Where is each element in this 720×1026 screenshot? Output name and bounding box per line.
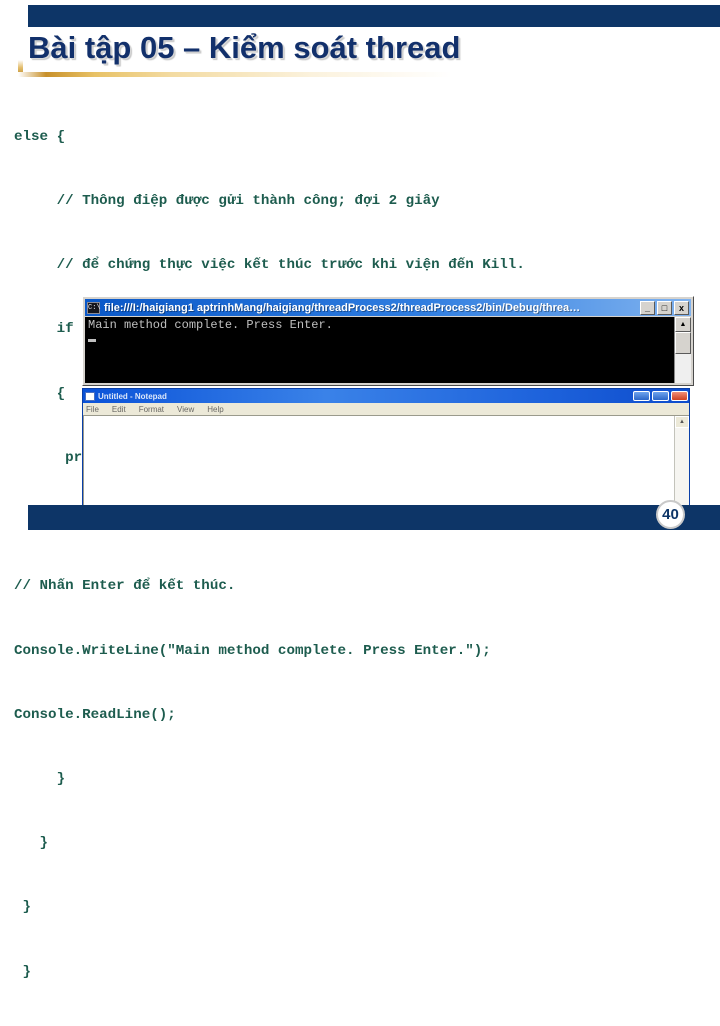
minimize-button[interactable] xyxy=(633,391,650,401)
console-output-line: Main method complete. Press Enter. xyxy=(88,318,333,332)
close-button[interactable] xyxy=(671,391,688,401)
console-caret xyxy=(88,339,96,342)
menu-item-file[interactable]: File xyxy=(86,405,99,414)
console-titlebar[interactable]: C:\ file:///I:/haigiang1 aptrinhMang/hai… xyxy=(85,299,691,316)
console-output-area: Main method complete. Press Enter. ▲ xyxy=(85,317,691,383)
code-line: } xyxy=(14,771,66,787)
code-line: // Nhấn Enter để kết thúc. xyxy=(14,578,236,595)
maximize-button[interactable]: □ xyxy=(657,300,672,315)
notepad-scrollbar[interactable]: ▲ xyxy=(674,416,689,506)
menu-item-edit[interactable]: Edit xyxy=(112,405,126,414)
code-line: else { xyxy=(14,128,66,145)
code-line: } xyxy=(14,963,32,980)
code-line: // Thông điệp được gửi thành công; đợi 2… xyxy=(14,193,440,210)
console-output-text: Main method complete. Press Enter. xyxy=(85,317,674,383)
console-window-title: file:///I:/haigiang1 aptrinhMang/haigian… xyxy=(104,301,581,314)
menu-item-help[interactable]: Help xyxy=(207,405,223,414)
page-title: Bài tập 05 – Kiểm soát thread xyxy=(28,30,461,65)
code-line: } xyxy=(14,899,32,916)
notepad-window[interactable]: Untitled - Notepad File Edit Format View… xyxy=(82,388,690,508)
notepad-app-icon xyxy=(85,391,95,401)
close-button[interactable]: x xyxy=(674,300,689,315)
scrollbar-track[interactable] xyxy=(675,428,689,506)
minimize-button[interactable]: _ xyxy=(640,300,655,315)
slide-title-block: Bài tập 05 – Kiểm soát thread xyxy=(0,30,720,78)
code-line: Console.ReadLine(); xyxy=(14,706,176,723)
console-window[interactable]: C:\ file:///I:/haigiang1 aptrinhMang/hai… xyxy=(82,296,694,386)
notepad-window-title: Untitled - Notepad xyxy=(98,391,167,401)
code-line: } xyxy=(14,835,49,852)
scroll-up-icon[interactable]: ▲ xyxy=(675,416,689,428)
maximize-button[interactable] xyxy=(652,391,669,401)
slide-top-bar xyxy=(28,5,720,27)
notepad-text-area[interactable]: ▲ xyxy=(83,415,689,507)
code-line: // để chứng thực việc kết thúc trước khi… xyxy=(14,257,525,274)
page-number-badge: 40 xyxy=(656,500,685,529)
slide-footer-bar xyxy=(28,505,720,530)
notepad-titlebar[interactable]: Untitled - Notepad xyxy=(83,389,689,403)
menu-item-view[interactable]: View xyxy=(177,405,194,414)
scrollbar-track[interactable] xyxy=(675,354,691,383)
slide: Bài tập 05 – Kiểm soát thread else { // … xyxy=(0,0,720,980)
scroll-up-icon[interactable]: ▲ xyxy=(675,317,691,332)
code-line: Console.WriteLine("Main method complete.… xyxy=(14,642,491,659)
notepad-menubar[interactable]: File Edit Format View Help xyxy=(83,403,689,415)
console-scrollbar[interactable]: ▲ xyxy=(674,317,691,383)
code-block: else { // Thông điệp được gửi thành công… xyxy=(14,84,704,1026)
menu-item-format[interactable]: Format xyxy=(139,405,164,414)
notepad-content[interactable] xyxy=(84,416,674,506)
title-underline-rule xyxy=(18,72,718,77)
console-app-icon: C:\ xyxy=(87,301,101,314)
scrollbar-thumb[interactable] xyxy=(675,332,691,354)
